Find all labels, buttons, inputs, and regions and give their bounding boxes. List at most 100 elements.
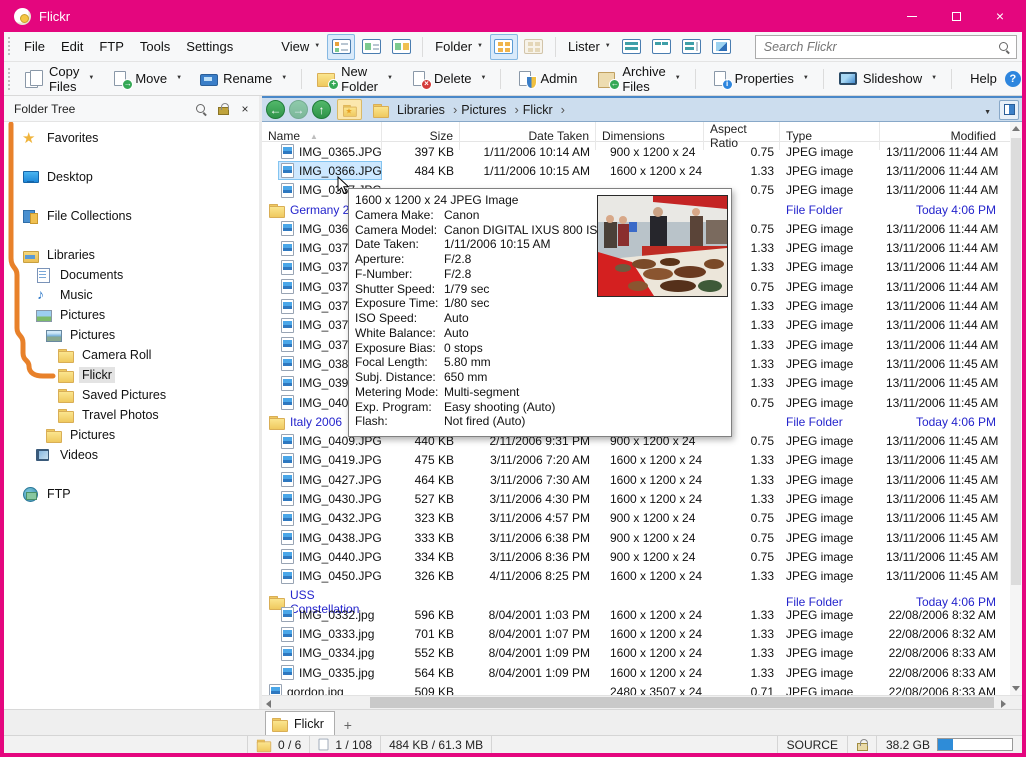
- menu-edit[interactable]: Edit: [53, 32, 91, 61]
- admin-button[interactable]: Admin: [508, 67, 588, 91]
- table-row[interactable]: IMG_0430.JPG527 KB3/11/2006 4:30 PM1600 …: [262, 489, 1022, 508]
- move-label: Move: [135, 71, 167, 86]
- table-row[interactable]: IMG_0335.jpg564 KB8/04/2001 1:09 PM1600 …: [262, 663, 1022, 682]
- search-icon[interactable]: [998, 41, 1010, 53]
- menu-settings[interactable]: Settings: [178, 32, 241, 61]
- lister-menu-button[interactable]: Lister: [564, 39, 615, 54]
- table-row[interactable]: IMG_0334.jpg552 KB8/04/2001 1:09 PM1600 …: [262, 644, 1022, 663]
- lister-pic-button[interactable]: [708, 34, 736, 60]
- move-button[interactable]: →Move: [103, 67, 189, 91]
- view-thumbs-button[interactable]: [387, 34, 415, 60]
- file-size-cell: 701 KB: [382, 627, 460, 641]
- image-file-icon: [281, 163, 294, 178]
- view-menu-button[interactable]: View: [277, 39, 324, 54]
- sidebar-item-favorites[interactable]: Favorites: [4, 128, 259, 148]
- table-row[interactable]: IMG_0440.JPG334 KB3/11/2006 8:36 PM900 x…: [262, 547, 1022, 566]
- slideshow-button[interactable]: Slideshow: [831, 67, 944, 91]
- table-row[interactable]: IMG_0333.jpg701 KB8/04/2001 1:07 PM1600 …: [262, 624, 1022, 643]
- table-row[interactable]: IMG_0419.JPG475 KB3/11/2006 7:20 AM1600 …: [262, 451, 1022, 470]
- breadcrumb-segment-flickr[interactable]: Flickr: [521, 102, 567, 117]
- menu-file[interactable]: File: [16, 32, 53, 61]
- scroll-right-icon[interactable]: [1001, 700, 1006, 708]
- folder-tree-header: Folder Tree ×: [4, 96, 259, 122]
- aspect-ratio-cell: 0.75: [704, 145, 780, 159]
- forward-button[interactable]: →: [289, 100, 308, 119]
- toolbar-grip[interactable]: [7, 67, 12, 90]
- table-row[interactable]: IMG_0365.JPG397 KB1/11/2006 10:14 AM900 …: [262, 142, 1022, 161]
- breadcrumb-segment-libraries[interactable]: Libraries: [395, 102, 459, 117]
- archive-files-button[interactable]: ←Archive Files: [590, 61, 687, 97]
- favorites-folder-button[interactable]: ★: [337, 99, 362, 120]
- tree-search-icon[interactable]: [193, 101, 209, 117]
- close-icon: ×: [996, 9, 1004, 23]
- tab-flickr[interactable]: Flickr: [265, 711, 335, 735]
- table-row[interactable]: gordon.jpg509 KB2480 x 3507 x 240.71JPEG…: [262, 682, 1022, 695]
- sidebar-item-pictures[interactable]: Pictures: [4, 305, 259, 325]
- sidebar-item-file-collections[interactable]: File Collections: [4, 206, 259, 226]
- search-input[interactable]: [762, 39, 998, 55]
- scroll-up-icon[interactable]: [1012, 126, 1020, 131]
- image-file-icon: [281, 569, 294, 584]
- table-row[interactable]: IMG_0438.JPG333 KB3/11/2006 6:38 PM900 x…: [262, 528, 1022, 547]
- sidebar-item-pictures[interactable]: Pictures: [4, 425, 259, 445]
- tree-close-icon[interactable]: ×: [237, 101, 253, 117]
- file-name: Italy 2006: [266, 413, 346, 431]
- menu-ftp[interactable]: FTP: [91, 32, 132, 61]
- toolbar-grip[interactable]: [7, 36, 12, 56]
- table-row[interactable]: IMG_0450.JPG326 KB4/11/2006 8:25 PM1600 …: [262, 567, 1022, 586]
- search-box[interactable]: [755, 35, 1017, 59]
- sidebar-item-libraries[interactable]: Libraries: [4, 245, 259, 265]
- table-row[interactable]: USS ConstellationFile FolderToday 4:06 P…: [262, 586, 1022, 605]
- lister-v-button[interactable]: [648, 34, 676, 60]
- sidebar-item-ftp[interactable]: FTP: [4, 484, 259, 504]
- horizontal-scrollbar[interactable]: [262, 695, 1022, 709]
- view-tiles-button[interactable]: [357, 34, 385, 60]
- folders-count-icon: [257, 738, 271, 751]
- lister-list-button[interactable]: [678, 34, 706, 60]
- sidebar-item-music[interactable]: Music: [4, 285, 259, 305]
- folder-flat-button[interactable]: [520, 34, 548, 60]
- properties-button[interactable]: iProperties: [703, 67, 816, 91]
- rename-button[interactable]: Rename: [191, 67, 294, 91]
- vertical-scrollbar[interactable]: [1010, 122, 1022, 695]
- sidebar-item-documents[interactable]: Documents: [4, 265, 259, 285]
- view-details-button[interactable]: [327, 34, 355, 60]
- table-row[interactable]: IMG_0427.JPG464 KB3/11/2006 7:30 AM1600 …: [262, 470, 1022, 489]
- sidebar-item-travel-photos[interactable]: Travel Photos: [4, 405, 259, 425]
- scroll-down-icon[interactable]: [1012, 686, 1020, 691]
- copy-files-button[interactable]: Copy Files: [17, 61, 101, 97]
- scroll-left-icon[interactable]: [266, 700, 271, 708]
- help-button[interactable]: Help?: [959, 68, 1026, 90]
- tree-unlock-icon[interactable]: [215, 101, 231, 117]
- folder-menu-button[interactable]: Folder: [431, 39, 487, 54]
- add-tab-button[interactable]: +: [337, 715, 359, 735]
- sidebar-item-videos[interactable]: Videos: [4, 445, 259, 465]
- sidebar-item-flickr[interactable]: Flickr: [4, 365, 259, 385]
- file-name: IMG_0450.JPG: [278, 567, 382, 586]
- sidebar-item-saved-pictures[interactable]: Saved Pictures: [4, 385, 259, 405]
- dual-display-button[interactable]: [999, 100, 1019, 120]
- close-button[interactable]: ×: [978, 0, 1022, 32]
- table-row[interactable]: IMG_0366.JPG484 KB1/11/2006 10:15 AM1600…: [262, 161, 1022, 180]
- image-file-icon: [281, 356, 294, 371]
- new-folder-button[interactable]: +New Folder: [309, 61, 400, 97]
- folder-dual-button[interactable]: [490, 34, 518, 60]
- hscroll-thumb[interactable]: [370, 697, 994, 708]
- lister-h-button[interactable]: [618, 34, 646, 60]
- vscroll-thumb[interactable]: [1011, 138, 1021, 585]
- maximize-button[interactable]: [934, 0, 978, 32]
- lock-toggle[interactable]: [847, 736, 876, 753]
- up-button[interactable]: ↑: [312, 100, 331, 119]
- back-button[interactable]: ←: [266, 100, 285, 119]
- path-dropdown-icon[interactable]: [984, 103, 991, 117]
- sidebar-item-desktop[interactable]: Desktop: [4, 167, 259, 187]
- table-row[interactable]: IMG_0332.jpg596 KB8/04/2001 1:03 PM1600 …: [262, 605, 1022, 624]
- aspect-ratio-cell: 1.33: [704, 608, 780, 622]
- sidebar-item-camera-roll[interactable]: Camera Roll: [4, 345, 259, 365]
- breadcrumb-segment-pictures[interactable]: Pictures: [459, 102, 521, 117]
- menu-tools[interactable]: Tools: [132, 32, 178, 61]
- sidebar-item-pictures[interactable]: Pictures: [4, 325, 259, 345]
- delete-button[interactable]: ×Delete: [402, 67, 494, 91]
- table-row[interactable]: IMG_0432.JPG323 KB3/11/2006 4:57 PM900 x…: [262, 509, 1022, 528]
- minimize-button[interactable]: [890, 0, 934, 32]
